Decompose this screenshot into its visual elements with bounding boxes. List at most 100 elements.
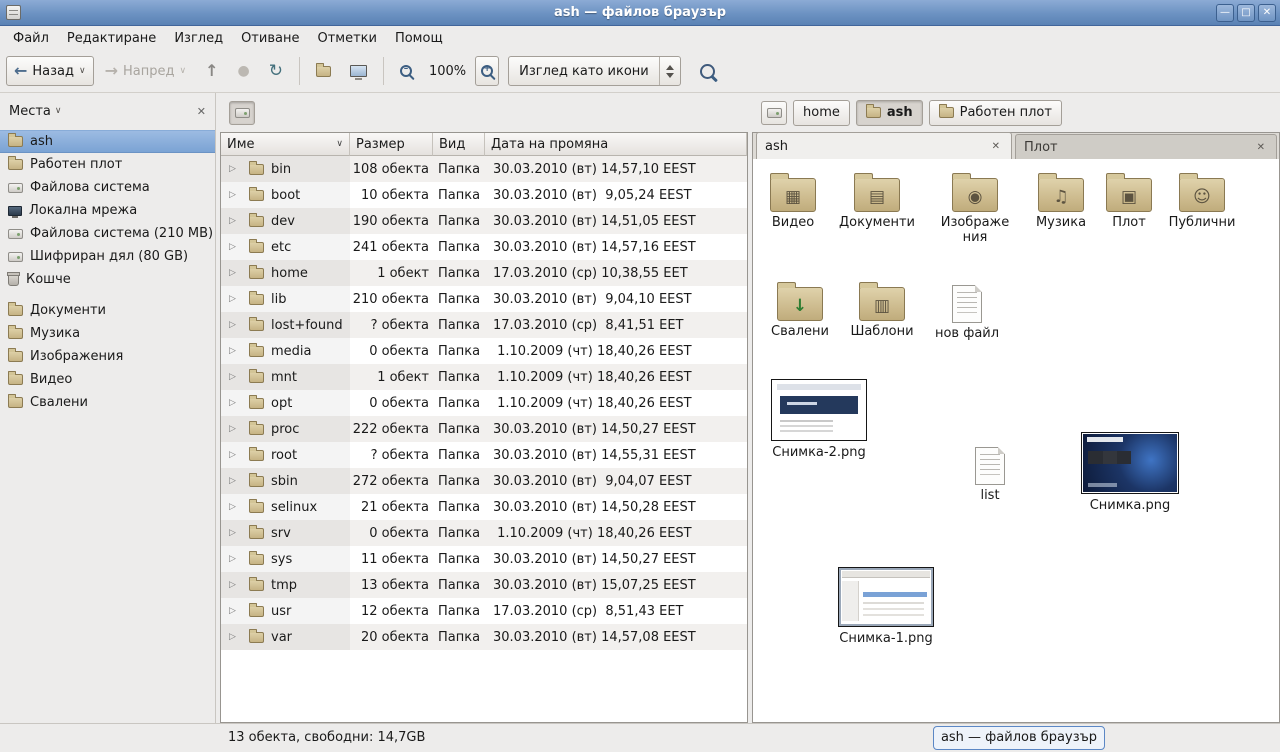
sidebar-item-desktop[interactable]: Работен плот (0, 153, 215, 176)
breadcrumb-desktop[interactable]: Работен плот (929, 100, 1062, 126)
stop-button[interactable]: ● (230, 56, 258, 86)
expander-icon[interactable]: ▷ (229, 554, 241, 564)
zoom-in-button[interactable]: + (475, 56, 499, 86)
sidebar-item-network[interactable]: Локална мрежа (0, 199, 215, 222)
icon-item-documents[interactable]: ▤ Документи (839, 172, 915, 230)
table-row[interactable]: ▷lost+found? обектаПапка17.03.2010 (ср) … (221, 312, 747, 338)
expander-icon[interactable]: ▷ (229, 346, 241, 356)
maximize-button[interactable]: □ (1237, 4, 1255, 22)
tab-plot[interactable]: Плот✕ (1015, 134, 1277, 159)
taskbar-window-button[interactable]: ash — файлов браузър (933, 726, 1105, 750)
sidebar-mode-dropdown-icon[interactable]: ∨ (55, 107, 62, 116)
icon-item-video[interactable]: ▦ Видео (755, 172, 831, 230)
table-row[interactable]: ▷boot10 обектаПапка30.03.2010 (вт) 9,05,… (221, 182, 747, 208)
menu-go[interactable]: Отиване (232, 28, 308, 49)
expander-icon[interactable]: ▷ (229, 606, 241, 616)
table-row[interactable]: ▷lib210 обектаПапка30.03.2010 (вт) 9,04,… (221, 286, 747, 312)
computer-button[interactable] (342, 56, 375, 86)
icon-item-new-file[interactable]: нов файл (929, 285, 1005, 341)
sidebar-item-music[interactable]: Музика (0, 322, 215, 345)
table-row[interactable]: ▷var20 обектаПапка30.03.2010 (вт) 14,57,… (221, 624, 747, 650)
breadcrumb-home[interactable]: home (793, 100, 850, 126)
table-row[interactable]: ▷opt0 обектаПапка 1.10.2009 (чт) 18,40,2… (221, 390, 747, 416)
sidebar-title[interactable]: Места (9, 104, 51, 119)
tab-close-icon[interactable]: ✕ (1254, 140, 1268, 155)
expander-icon[interactable]: ▷ (229, 632, 241, 642)
menu-file[interactable]: Файл (4, 28, 58, 49)
icon-item-templates[interactable]: ▥ Шаблони (844, 281, 920, 339)
expander-icon[interactable]: ▷ (229, 580, 241, 590)
zoom-level[interactable]: 100% (423, 64, 472, 79)
home-button[interactable] (308, 56, 339, 86)
icon-item-snimka1[interactable]: Снимка-1.png (838, 567, 934, 646)
tab-ash[interactable]: ash✕ (756, 132, 1012, 159)
back-dropdown-icon[interactable]: ∨ (79, 67, 86, 76)
icon-item-music[interactable]: ♫ Музика (1023, 172, 1099, 230)
table-row[interactable]: ▷sys11 обектаПапка30.03.2010 (вт) 14,50,… (221, 546, 747, 572)
close-button[interactable]: ✕ (1258, 4, 1276, 22)
sidebar-item-downloads[interactable]: Свалени (0, 391, 215, 414)
table-row[interactable]: ▷proc222 обектаПапка30.03.2010 (вт) 14,5… (221, 416, 747, 442)
table-row[interactable]: ▷home1 обектПапка17.03.2010 (ср) 10,38,5… (221, 260, 747, 286)
sidebar-item-documents[interactable]: Документи (0, 299, 215, 322)
sidebar-item-encrypted[interactable]: Шифриран дял (80 GB) (0, 245, 215, 268)
expander-icon[interactable]: ▷ (229, 450, 241, 460)
expander-icon[interactable]: ▷ (229, 190, 241, 200)
minimize-button[interactable]: — (1216, 4, 1234, 22)
root-breadcrumb-button[interactable] (229, 101, 255, 125)
icon-item-public[interactable]: ☺ Публични (1164, 172, 1240, 230)
table-row[interactable]: ▷mnt1 обектПапка 1.10.2009 (чт) 18,40,26… (221, 364, 747, 390)
expander-icon[interactable]: ▷ (229, 216, 241, 226)
expander-icon[interactable]: ▷ (229, 164, 241, 174)
forward-button[interactable]: → Напред ∨ (97, 56, 194, 86)
sidebar-item-pictures[interactable]: Изображения (0, 345, 215, 368)
icon-item-snimka2[interactable]: Снимка-2.png (771, 379, 867, 460)
zoom-out-button[interactable]: – (392, 56, 420, 86)
table-row[interactable]: ▷media0 обектаПапка 1.10.2009 (чт) 18,40… (221, 338, 747, 364)
menu-help[interactable]: Помощ (386, 28, 452, 49)
column-header-size[interactable]: Размер (350, 133, 433, 156)
reload-button[interactable]: ↻ (261, 56, 291, 86)
sidebar-item-video[interactable]: Видео (0, 368, 215, 391)
expander-icon[interactable]: ▷ (229, 372, 241, 382)
view-mode-select[interactable]: Изглед като икони (508, 56, 681, 86)
table-row[interactable]: ▷usr12 обектаПапка17.03.2010 (ср) 8,51,4… (221, 598, 747, 624)
sidebar-item-ash[interactable]: ash (0, 130, 215, 153)
column-header-name[interactable]: Име∨ (221, 133, 350, 156)
column-header-date[interactable]: Дата на промяна (485, 133, 747, 156)
table-row[interactable]: ▷tmp13 обектаПапка30.03.2010 (вт) 15,07,… (221, 572, 747, 598)
expander-icon[interactable]: ▷ (229, 528, 241, 538)
table-row[interactable]: ▷srv0 обектаПапка 1.10.2009 (чт) 18,40,2… (221, 520, 747, 546)
table-row[interactable]: ▷selinux21 обектаПапка30.03.2010 (вт) 14… (221, 494, 747, 520)
table-row[interactable]: ▷sbin272 обектаПапка30.03.2010 (вт) 9,04… (221, 468, 747, 494)
sidebar-item-trash[interactable]: Кошче (0, 268, 215, 291)
menu-bookmarks[interactable]: Отметки (308, 28, 385, 49)
view-mode-arrows[interactable] (659, 57, 680, 85)
expander-icon[interactable]: ▷ (229, 398, 241, 408)
icon-item-downloads[interactable]: ↓ Свалени (762, 281, 838, 339)
table-row[interactable]: ▷dev190 обектаПапка30.03.2010 (вт) 14,51… (221, 208, 747, 234)
menu-edit[interactable]: Редактиране (58, 28, 165, 49)
tab-close-icon[interactable]: ✕ (989, 139, 1003, 154)
sidebar-item-filesystem-210mb[interactable]: Файлова система (210 MB) (0, 222, 215, 245)
expander-icon[interactable]: ▷ (229, 476, 241, 486)
table-row[interactable]: ▷root? обектаПапка30.03.2010 (вт) 14,55,… (221, 442, 747, 468)
expander-icon[interactable]: ▷ (229, 294, 241, 304)
expander-icon[interactable]: ▷ (229, 242, 241, 252)
sidebar-close-icon[interactable]: ✕ (197, 105, 206, 118)
back-button[interactable]: ← Назад ∨ (6, 56, 94, 86)
up-button[interactable]: ↑ (197, 56, 226, 86)
root-breadcrumb-button[interactable] (761, 101, 787, 125)
icon-item-list[interactable]: list (952, 447, 1028, 503)
icon-item-pictures[interactable]: ◉ Изображения (937, 172, 1013, 245)
sidebar-item-filesystem[interactable]: Файлова система (0, 176, 215, 199)
icon-item-desktop[interactable]: ▣ Плот (1091, 172, 1167, 230)
column-header-type[interactable]: Вид (433, 133, 485, 156)
search-button[interactable] (692, 56, 723, 86)
breadcrumb-ash[interactable]: ash (856, 100, 923, 126)
expander-icon[interactable]: ▷ (229, 502, 241, 512)
icon-item-snimka[interactable]: Снимка.png (1080, 432, 1180, 513)
expander-icon[interactable]: ▷ (229, 268, 241, 278)
table-row[interactable]: ▷bin108 обектаПапка30.03.2010 (вт) 14,57… (221, 156, 747, 182)
expander-icon[interactable]: ▷ (229, 424, 241, 434)
